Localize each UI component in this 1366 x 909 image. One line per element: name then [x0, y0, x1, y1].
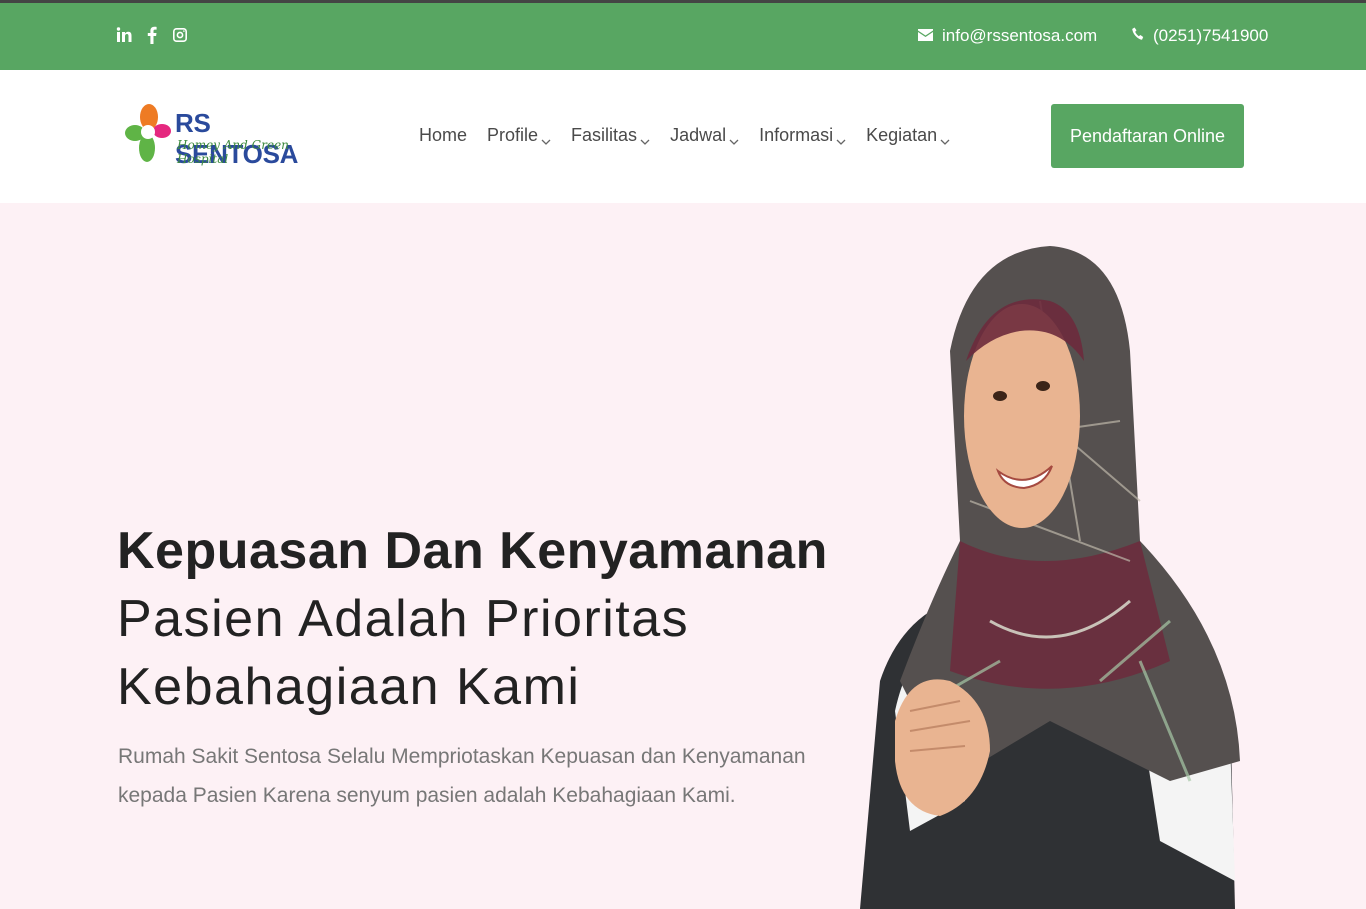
- main-navbar: RS SENTOSA Homey And Green Hospital Home…: [0, 70, 1366, 203]
- main-menu: Home Profile Fasilitas Jadwal Informasi …: [419, 125, 950, 146]
- chevron-down-icon: [640, 131, 650, 145]
- linkedin-icon[interactable]: [116, 25, 132, 45]
- top-bar: info@rssentosa.com (0251)7541900: [0, 0, 1366, 70]
- chevron-down-icon: [940, 131, 950, 145]
- envelope-icon: [918, 26, 933, 46]
- menu-item-kegiatan[interactable]: Kegiatan: [866, 125, 950, 146]
- chevron-down-icon: [729, 131, 739, 145]
- hero-section: Kepuasan Dan Kenyamanan Pasien Adalah Pr…: [0, 203, 1366, 909]
- menu-item-label: Jadwal: [670, 125, 727, 145]
- menu-item-label: Kegiatan: [866, 125, 938, 145]
- chevron-down-icon: [541, 131, 551, 145]
- email-text[interactable]: info@rssentosa.com: [942, 26, 1097, 46]
- menu-item-label: Home: [419, 125, 468, 145]
- logo-tagline: Homey And Green Hospital: [177, 138, 289, 166]
- phone-contact[interactable]: (0251)7541900: [1132, 26, 1268, 46]
- email-contact[interactable]: info@rssentosa.com: [918, 26, 1097, 46]
- menu-item-label: Profile: [487, 125, 539, 145]
- menu-item-label: Fasilitas: [571, 125, 638, 145]
- social-links: [116, 25, 188, 45]
- menu-item-fasilitas[interactable]: Fasilitas: [571, 125, 650, 146]
- menu-item-jadwal[interactable]: Jadwal: [670, 125, 739, 146]
- menu-item-profile[interactable]: Profile: [487, 125, 551, 146]
- phone-text[interactable]: (0251)7541900: [1153, 26, 1268, 46]
- hero-heading-line-3: Kebahagiaan Kami: [117, 658, 581, 716]
- menu-item-home[interactable]: Home: [419, 125, 467, 146]
- online-registration-button[interactable]: Pendaftaran Online: [1051, 104, 1244, 168]
- phone-icon: [1132, 26, 1144, 46]
- menu-item-label: Informasi: [759, 125, 834, 145]
- cross-logo-icon: [125, 104, 171, 162]
- instagram-icon[interactable]: [172, 25, 188, 45]
- site-logo[interactable]: RS SENTOSA Homey And Green Hospital: [122, 100, 322, 170]
- menu-item-informasi[interactable]: Informasi: [759, 125, 846, 146]
- hero-heading-line-2: Pasien Adalah Prioritas: [117, 590, 690, 648]
- hero-subtitle: Rumah Sakit Sentosa Selalu Mempriotaskan…: [118, 745, 806, 807]
- hero-heading-bold: Kepuasan Dan Kenyamanan: [117, 522, 828, 580]
- facebook-icon[interactable]: [144, 25, 160, 45]
- hero-person-image: [860, 246, 1240, 909]
- chevron-down-icon: [836, 131, 846, 145]
